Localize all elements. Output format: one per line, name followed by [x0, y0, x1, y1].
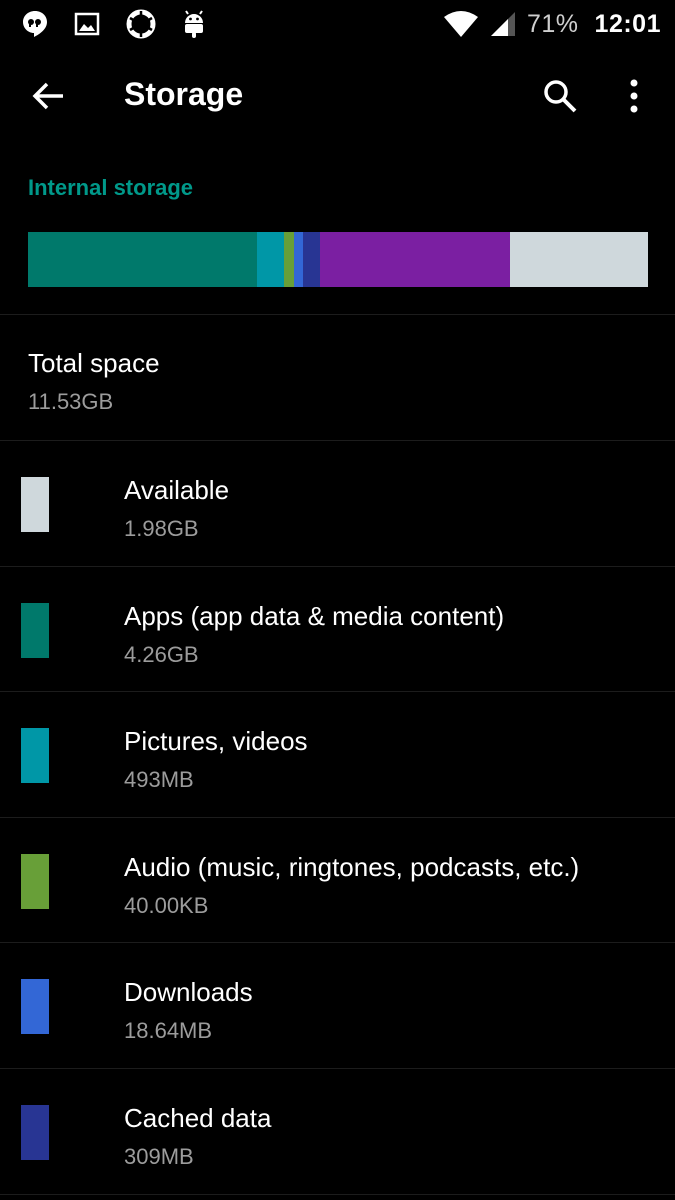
storage-item-pictures-videos[interactable]: Pictures, videos 493MB: [0, 692, 675, 817]
item-size: 4.26GB: [124, 642, 199, 667]
item-size: 493MB: [124, 767, 194, 792]
notification-icons: [0, 9, 206, 39]
item-size: 1.98GB: [124, 516, 199, 541]
color-swatch: [21, 603, 49, 658]
storage-item-downloads[interactable]: Downloads 18.64MB: [0, 943, 675, 1068]
color-swatch: [21, 854, 49, 909]
total-space-value: 11.53GB: [28, 389, 114, 414]
system-status: 71% 12:01: [443, 0, 661, 48]
item-label: Cached data: [124, 1103, 272, 1133]
item-size: 18.64MB: [124, 1018, 213, 1043]
quote-notification-icon: [22, 10, 48, 38]
image-notification-icon: [74, 12, 100, 36]
usage-segment-pictures: [257, 232, 284, 287]
color-swatch: [21, 1105, 49, 1160]
search-button[interactable]: [534, 70, 586, 122]
battery-percentage: 71%: [527, 9, 579, 38]
usage-segment-downloads: [293, 232, 304, 287]
storage-usage-bar: [28, 232, 648, 287]
storage-item-available[interactable]: Available 1.98GB: [0, 441, 675, 566]
item-size: 309MB: [124, 1144, 194, 1169]
storage-item-cached-data[interactable]: Cached data 309MB: [0, 1069, 675, 1194]
usage-segment-cached: [303, 232, 321, 287]
page-title: Storage: [124, 76, 244, 112]
status-bar: 71% 12:01: [0, 0, 675, 48]
wifi-icon: [443, 10, 479, 38]
usage-segment-apps: [28, 232, 258, 287]
item-label: Downloads: [124, 977, 253, 1007]
arrow-left-icon: [32, 82, 63, 110]
section-header-internal-storage: Internal storage: [28, 175, 194, 200]
color-swatch: [21, 477, 49, 532]
usage-segment-audio: [283, 232, 294, 287]
color-swatch: [21, 728, 49, 783]
storage-item-audio[interactable]: Audio (music, ringtones, podcasts, etc.)…: [0, 818, 675, 943]
total-space-label: Total space: [28, 348, 160, 378]
overflow-menu-button[interactable]: [612, 70, 656, 122]
divider: [0, 314, 675, 315]
more-vert-icon: [630, 79, 638, 113]
color-swatch: [21, 979, 49, 1034]
search-icon: [544, 80, 577, 113]
divider: [0, 1194, 675, 1195]
android-notification-icon: [182, 9, 206, 39]
item-size: 40.00KB: [124, 893, 209, 918]
back-button[interactable]: [22, 70, 74, 122]
usage-segment-available: [510, 232, 648, 287]
item-label: Apps (app data & media content): [124, 601, 505, 631]
item-label: Available: [124, 475, 230, 505]
app-toolbar: Storage: [0, 48, 675, 144]
aperture-notification-icon: [126, 9, 156, 39]
total-space: Total space 11.53GB: [28, 348, 160, 415]
item-label: Pictures, videos: [124, 726, 308, 756]
storage-item-apps[interactable]: Apps (app data & media content) 4.26GB: [0, 567, 675, 692]
cell-signal-icon: [489, 10, 517, 38]
clock: 12:01: [594, 9, 661, 38]
item-label: Audio (music, ringtones, podcasts, etc.): [124, 852, 580, 882]
usage-segment-other: [320, 232, 511, 287]
